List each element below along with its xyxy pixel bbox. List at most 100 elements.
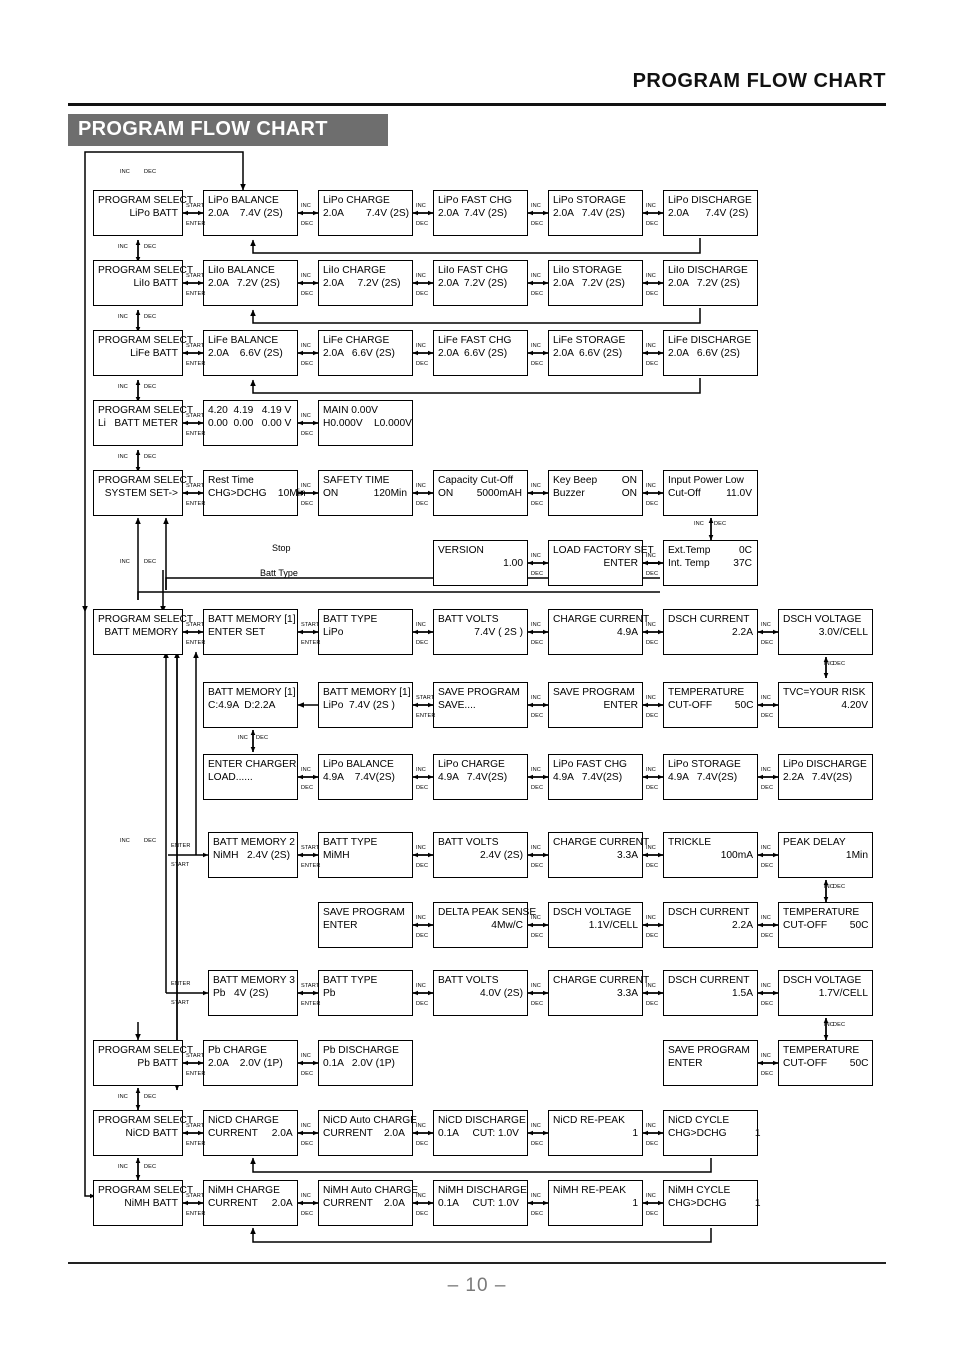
lcd-node-trickle: TRICKLE 100mA: [663, 832, 758, 878]
label-dec: DEC: [301, 501, 314, 507]
label-start: START: [416, 695, 435, 701]
label-enter: ENTER: [171, 981, 191, 987]
label-dec: DEC: [301, 221, 314, 227]
lcd-node-m_storage: LiPo STORAGE 4.9A 7.4V(2S): [663, 754, 758, 800]
label-dec: DEC: [301, 431, 314, 437]
label-dec: DEC: [761, 863, 774, 869]
label-inc: INC: [646, 343, 656, 349]
lcd-line-1: TEMPERATURE: [783, 1045, 860, 1056]
lcd-node-keybeep: Key Beep ON Buzzer ON: [548, 470, 643, 516]
lcd-line-1: BATT TYPE: [323, 614, 378, 625]
lcd-node-m_fast: LiPo FAST CHG 4.9A 7.4V(2S): [548, 754, 643, 800]
lcd-line-1: Input Power Low: [668, 475, 744, 486]
lcd-line-1: NiCD Auto CHARGE: [323, 1115, 417, 1126]
lcd-node-mem2_type: BATT TYPE MiMH: [318, 832, 413, 878]
lcd-node-lipo_fast: LiPo FAST CHG 2.0A 7.4V (2S): [433, 190, 528, 236]
label-inc: INC: [301, 767, 311, 773]
label-inc: INC: [646, 915, 656, 921]
lcd-line-2: Li BATT METER: [98, 418, 179, 429]
lcd-line-1: PROGRAM SELECT: [98, 265, 194, 276]
lcd-line-1: BATT MEMORY [1]: [208, 687, 296, 698]
label-start: START: [301, 622, 320, 628]
label-stop: Stop: [272, 543, 291, 553]
lcd-node-mem3_type: BATT TYPE Pb: [318, 970, 413, 1016]
label-inc: INC: [531, 983, 541, 989]
label-dec: DEC: [761, 785, 774, 791]
lcd-line-2: C:4.9A D:2.2A: [208, 700, 276, 711]
lcd-node-version: VERSION 1.00: [433, 540, 528, 586]
lcd-line-1: LiPo CHARGE: [438, 759, 505, 770]
lcd-node-lipo_storage: LiPo STORAGE 2.0A 7.4V (2S): [548, 190, 643, 236]
lcd-node-mem2: BATT MEMORY 2 NiMH 2.4V (2S): [208, 832, 298, 878]
lcd-node-mem3_dschvolt: DSCH VOLTAGE 1.7V/CELL: [778, 970, 873, 1016]
label-inc: INC: [646, 695, 656, 701]
lcd-node-mem1_volts: BATT VOLTS 7.4V ( 2S ): [433, 609, 528, 655]
label-dec: DEC: [646, 713, 659, 719]
lcd-node-ps_sys: PROGRAM SELECT SYSTEM SET->: [93, 470, 193, 516]
lcd-line-2: LiFe BATT: [130, 348, 178, 359]
lcd-line-2: CURRENT 2.0A: [323, 1198, 405, 1209]
label-dec: DEC: [301, 1141, 314, 1147]
lcd-line-2: 2.0A 7.4V (2S): [208, 208, 283, 219]
lcd-line-2-right: 5000mAH: [476, 488, 522, 499]
lcd-node-mem2_chgcur: CHARGE CURRENT 3.3A: [548, 832, 649, 878]
label-inc: INC: [761, 695, 771, 701]
lcd-line-1: LiFe DISCHARGE: [668, 335, 752, 346]
lcd-line-1: LiPo FAST CHG: [553, 759, 627, 770]
label-inc: INC: [646, 845, 656, 851]
lcd-line-1: NiCD CYCLE: [668, 1115, 730, 1126]
lcd-node-nimh_charge: NiMH CHARGE CURRENT 2.0A: [203, 1180, 298, 1226]
label-enter: ENTER: [186, 361, 206, 367]
lcd-line-2: 4.9A: [617, 627, 638, 638]
lcd-node-ps_meter: PROGRAM SELECT Li BATT METER: [93, 400, 193, 446]
lcd-line-1: TEMPERATURE: [668, 687, 745, 698]
label-enter: ENTER: [301, 640, 321, 646]
lcd-line-2: 2.2A 7.4V(2S): [783, 772, 853, 783]
label-enter: ENTER: [186, 640, 206, 646]
lcd-node-deltapeak: DELTA PEAK SENSE 4Mw/C: [433, 902, 536, 948]
lcd-node-ps_lipo: PROGRAM SELECT LiPo BATT: [93, 190, 193, 236]
lcd-line-2: 1.7V/CELL: [818, 988, 868, 999]
lcd-node-life_fast: LiFe FAST CHG 2.0A 6.6V (2S): [433, 330, 528, 376]
label-inc: INC: [301, 483, 311, 489]
label-dec: DEC: [761, 933, 774, 939]
lcd-line-1: DSCH VOLTAGE: [783, 975, 862, 986]
lcd-node-nicd_charge: NiCD CHARGE CURRENT 2.0A: [203, 1110, 298, 1156]
footer-rule: [68, 1262, 886, 1264]
label-dec: DEC: [301, 785, 314, 791]
lcd-line-1: LiIo STORAGE: [553, 265, 622, 276]
lcd-node-m_balance: LiPo BALANCE 4.9A 7.4V(2S): [318, 754, 413, 800]
lcd-line-1: TRICKLE: [668, 837, 712, 848]
label-dec: DEC: [301, 291, 314, 297]
lcd-line-2: CHG>DCHG 1: [668, 1128, 761, 1139]
lcd-node-rest_time: Rest Time CHG>DCHG 10Min: [203, 470, 306, 516]
lcd-line-2: 4.9A 7.4V(2S): [438, 772, 508, 783]
lcd-line-2: 0.1A 2.0V (1P): [323, 1058, 395, 1069]
lcd-node-ps_mem: PROGRAM SELECT BATT MEMORY: [93, 609, 193, 655]
lcd-line-1: LiPo STORAGE: [668, 759, 741, 770]
lcd-node-ps_pb: PROGRAM SELECT Pb BATT: [93, 1040, 193, 1086]
lcd-line-1: LiIo FAST CHG: [438, 265, 509, 276]
lcd-line-2: 1.1V/CELL: [588, 920, 638, 931]
lcd-line-2: H0.000V L0.000V: [323, 418, 412, 429]
lcd-line-2: 2.0A 6.6V (2S): [668, 348, 740, 359]
lcd-line-1: Pb DISCHARGE: [323, 1045, 399, 1056]
lcd-line-1-right: ON: [621, 475, 637, 486]
lcd-line-1-right: 0C: [738, 545, 752, 556]
lcd-line-2: NiMH BATT: [124, 1198, 178, 1209]
label-start: START: [186, 1193, 205, 1199]
lcd-node-mem1_enter: BATT MEMORY [1] ENTER SET: [203, 609, 298, 655]
label-enter: ENTER: [301, 1001, 321, 1007]
lcd-line-2: 2.0A 7.2V (2S): [323, 278, 401, 289]
label-start: START: [301, 845, 320, 851]
lcd-node-liio_discharge: LiIo DISCHARGE 2.0A 7.2V (2S): [663, 260, 758, 306]
label-inc: INC: [120, 169, 130, 175]
lcd-line-1: SAVE PROGRAM: [553, 687, 635, 698]
label-inc: INC: [301, 413, 311, 419]
lcd-line-2: 0.1A CUT: 1.0V: [438, 1128, 519, 1139]
lcd-line-1: LiFe FAST CHG: [438, 335, 512, 346]
label-enter: ENTER: [186, 221, 206, 227]
label-inc: INC: [301, 273, 311, 279]
label-dec: DEC: [531, 221, 544, 227]
lcd-line-2: BATT MEMORY: [104, 627, 178, 638]
